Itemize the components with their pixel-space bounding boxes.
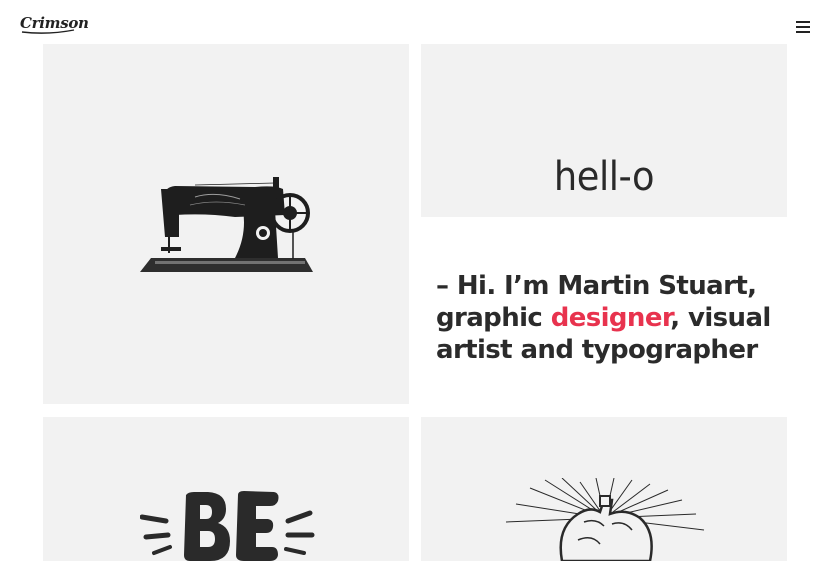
intro-highlight: designer bbox=[550, 303, 671, 333]
be-lettering-icon bbox=[140, 491, 315, 561]
portfolio-tile-hello[interactable]: hell-o bbox=[421, 44, 787, 217]
menu-button[interactable] bbox=[794, 19, 812, 35]
site-header: Crimson bbox=[0, 0, 830, 44]
hamburger-menu-icon bbox=[796, 21, 810, 23]
heart-illustration-icon bbox=[505, 478, 705, 561]
intro-text: – Hi. I’m Martin Stuart, graphic designe… bbox=[436, 270, 796, 366]
logo-swash-icon bbox=[21, 29, 75, 34]
hello-heading: hell-o bbox=[553, 154, 655, 200]
sewing-machine-icon bbox=[140, 177, 313, 272]
